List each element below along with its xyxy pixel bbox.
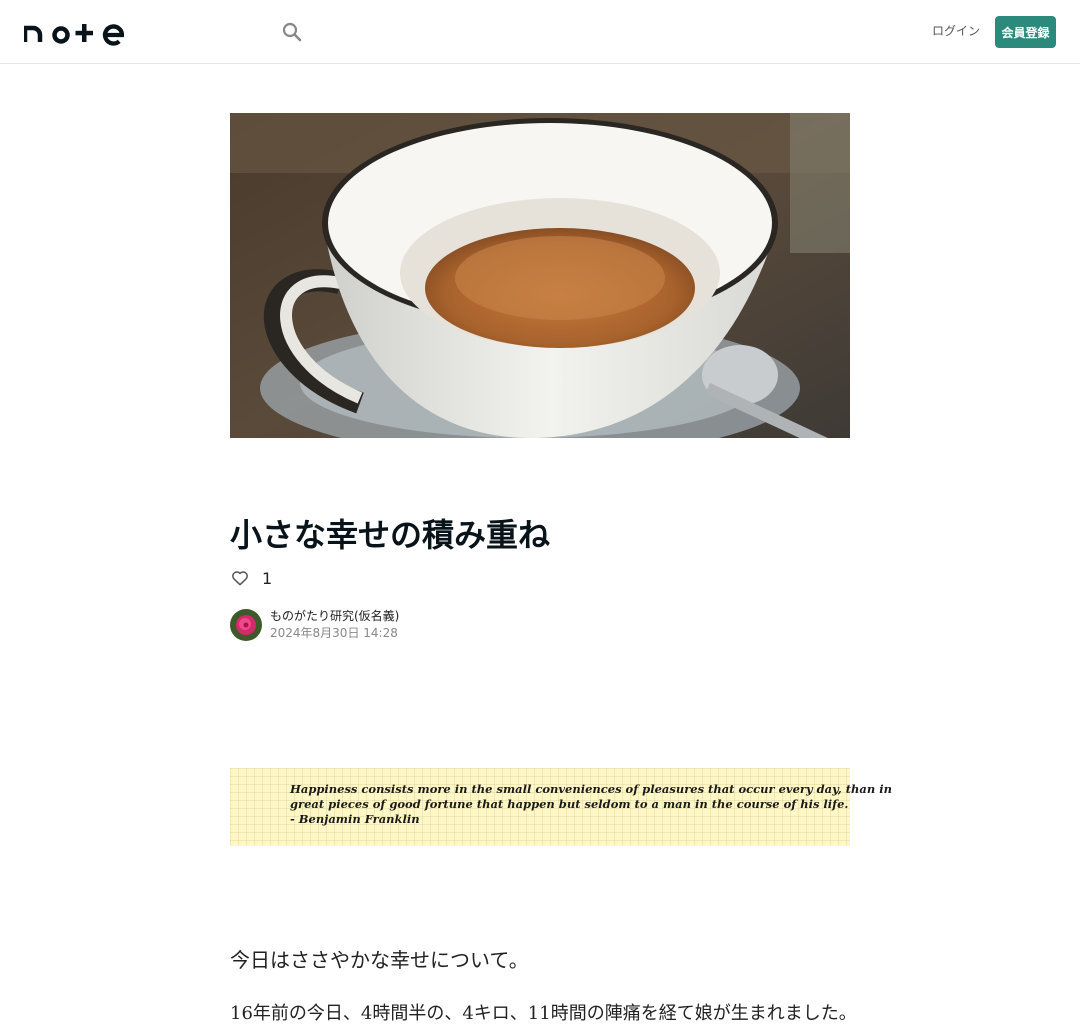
quote-image: Happiness consists more in the small con… [230, 768, 892, 846]
quote-attribution: - Benjamin Franklin [290, 812, 420, 826]
quote-line: Happiness consists more in the small con… [290, 782, 892, 796]
note-logo[interactable] [24, 18, 124, 46]
article-title: 小さな幸せの積み重ね [230, 516, 551, 554]
note-logo-mark [24, 24, 124, 46]
signup-button[interactable]: 会員登録 [995, 16, 1056, 48]
quote-text: Happiness consists more in the small con… [290, 782, 892, 827]
post-date: 2024年8月30日 14:28 [270, 626, 398, 640]
global-header: ログイン 会員登録 [0, 0, 1080, 64]
search-icon[interactable] [280, 20, 304, 44]
login-link[interactable]: ログイン [932, 22, 980, 39]
avatar[interactable] [230, 609, 262, 641]
eyecatch-image [230, 113, 850, 438]
like-count[interactable]: 1 [262, 569, 272, 588]
quote-line: great pieces of good fortune that happen… [290, 797, 849, 811]
author-name[interactable]: ものがたり研究(仮名義) [270, 608, 399, 624]
like-row: 1 [230, 568, 272, 588]
author-info: ものがたり研究(仮名義) 2024年8月30日 14:28 [230, 608, 399, 642]
author-meta: ものがたり研究(仮名義) 2024年8月30日 14:28 [270, 608, 399, 642]
heart-icon[interactable] [230, 568, 250, 588]
body-heading: 今日はささやかな幸せについて。 [230, 948, 529, 972]
